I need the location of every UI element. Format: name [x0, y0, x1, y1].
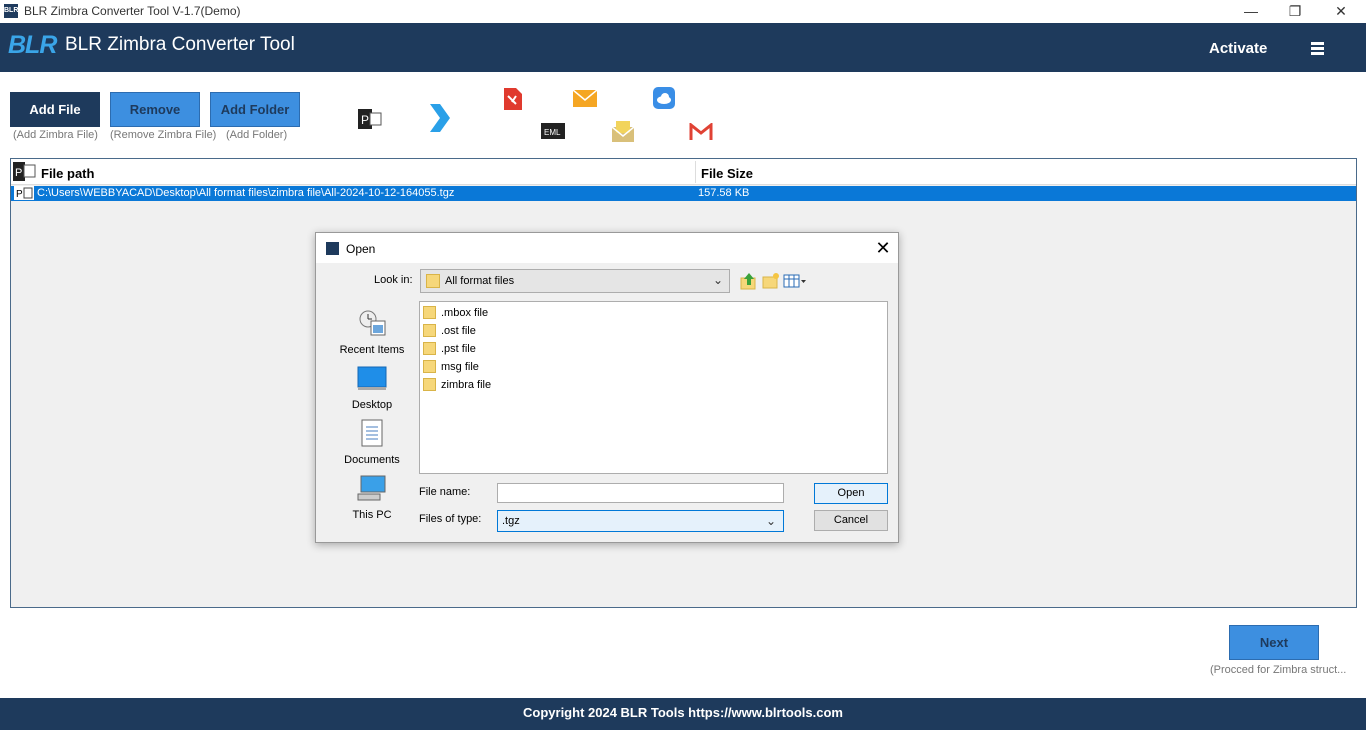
dialog-file-list: .mbox file .ost file .pst file msg file …	[419, 301, 888, 474]
svg-text:P: P	[16, 189, 23, 200]
this-pc-icon	[357, 475, 386, 501]
app-icon: BLR	[4, 4, 18, 18]
icloud-icon	[653, 87, 675, 109]
table-header: P File path File Size	[11, 159, 1356, 185]
place-documents[interactable]: Documents	[326, 419, 418, 466]
view-menu-icon[interactable]	[783, 272, 807, 290]
app-title: BLR Zimbra Converter Tool	[65, 34, 295, 55]
hamburger-menu-icon[interactable]	[1311, 42, 1324, 55]
column-file-size[interactable]: File Size	[701, 166, 753, 181]
folder-icon	[423, 306, 436, 319]
logo: BLR	[8, 31, 57, 59]
file-name-label: File name:	[419, 486, 471, 498]
documents-icon	[361, 419, 383, 447]
row-file-size: 157.58 KB	[698, 187, 750, 199]
up-folder-icon[interactable]	[740, 272, 758, 290]
svg-text:P: P	[361, 113, 369, 127]
remove-caption: (Remove Zimbra File)	[110, 129, 217, 141]
chevron-down-icon: ⌄	[766, 514, 777, 528]
dialog-close-icon[interactable]: ✕	[873, 238, 893, 259]
look-in-value: All format files	[445, 275, 515, 287]
folder-icon	[426, 274, 440, 288]
recent-items-icon	[359, 310, 386, 336]
column-file-path[interactable]: File path	[41, 166, 94, 181]
next-button[interactable]: Next	[1229, 625, 1319, 660]
add-folder-caption: (Add Folder)	[226, 129, 288, 141]
add-file-caption: (Add Zimbra File)	[13, 129, 98, 141]
folder-icon	[423, 378, 436, 391]
place-label: Recent Items	[339, 344, 405, 356]
remove-button[interactable]: Remove	[110, 92, 200, 127]
add-folder-button[interactable]: Add Folder	[210, 92, 300, 127]
look-in-select[interactable]: All format files ⌄	[420, 269, 730, 293]
place-label: This PC	[352, 509, 392, 521]
activate-button[interactable]: Activate	[1209, 40, 1267, 57]
app-header: BLR BLR Zimbra Converter Tool Activate	[0, 23, 1366, 72]
table-row[interactable]: P C:\Users\WEBBYACAD\Desktop\All format …	[11, 186, 1356, 201]
place-label: Desktop	[351, 399, 393, 411]
copyright-text: Copyright 2024 BLR Tools https://www.blr…	[523, 705, 843, 720]
open-dialog: Open ✕ Look in: All format files ⌄ Recen…	[315, 232, 899, 543]
pdf-icon	[504, 88, 522, 110]
cancel-button[interactable]: Cancel	[814, 510, 888, 531]
next-caption: (Procced for Zimbra struct...	[1210, 664, 1347, 676]
dialog-title: Open	[346, 242, 376, 256]
look-in-label: Look in:	[374, 274, 413, 286]
files-of-type-select[interactable]: .tgz ⌄	[497, 510, 784, 532]
add-file-button[interactable]: Add File	[10, 92, 100, 127]
folder-icon	[423, 360, 436, 373]
place-desktop[interactable]: Desktop	[326, 364, 418, 411]
open-button[interactable]: Open	[814, 483, 888, 504]
folder-icon	[423, 342, 436, 355]
minimize-button[interactable]: —	[1228, 0, 1274, 23]
files-of-type-label: Files of type:	[419, 513, 482, 525]
file-name-input[interactable]	[497, 483, 784, 503]
pst-row-icon: P	[14, 186, 34, 200]
mail-icon	[573, 90, 597, 107]
svg-text:P: P	[15, 167, 22, 179]
mail-merge-icon	[612, 121, 634, 142]
desktop-icon	[357, 366, 387, 390]
new-folder-icon[interactable]	[762, 272, 780, 290]
window-titlebar: BLR BLR Zimbra Converter Tool V-1.7(Demo…	[0, 0, 1366, 23]
row-file-path: C:\Users\WEBBYACAD\Desktop\All format fi…	[37, 187, 455, 199]
window-title: BLR Zimbra Converter Tool V-1.7(Demo)	[24, 4, 241, 18]
close-button[interactable]: ✕	[1318, 0, 1364, 23]
footer: Copyright 2024 BLR Tools https://www.blr…	[0, 698, 1366, 730]
place-label: Documents	[344, 454, 400, 466]
arrow-right-icon	[430, 104, 450, 132]
chevron-down-icon: ⌄	[713, 273, 724, 287]
eml-icon: EML	[541, 123, 565, 139]
gmail-icon	[689, 123, 713, 141]
pst-icon: P	[358, 109, 382, 129]
places-sidebar: Recent Items Desktop Documents This PC	[326, 301, 418, 541]
dialog-app-icon	[326, 242, 339, 255]
place-recent-items[interactable]: Recent Items	[326, 309, 418, 356]
place-this-pc[interactable]: This PC	[326, 474, 418, 521]
folder-icon	[423, 324, 436, 337]
pst-header-icon: P	[13, 162, 36, 181]
dialog-titlebar: Open ✕	[316, 233, 898, 263]
files-of-type-value: .tgz	[502, 515, 520, 527]
restore-button[interactable]: ❐	[1272, 0, 1318, 23]
eml-label: EML	[544, 128, 561, 137]
